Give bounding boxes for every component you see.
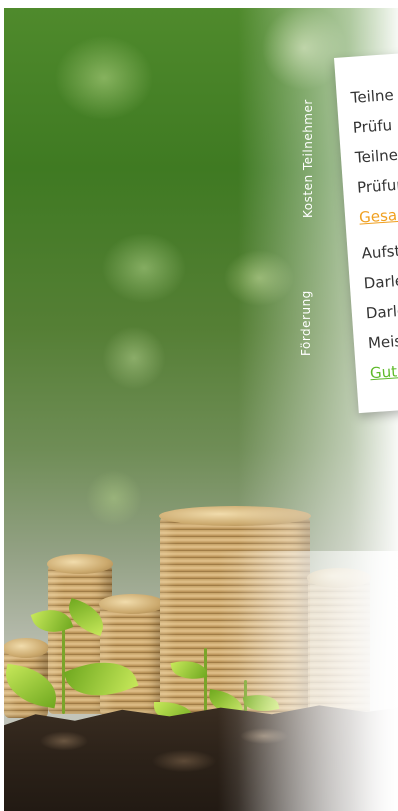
row-pruefung-1: Prüfu [352, 116, 393, 137]
row-aufstieg: Aufstie [361, 240, 398, 263]
plant-stem [204, 648, 207, 718]
row-teilnehmer-2: Teilne [354, 145, 398, 167]
label-kosten-teilnehmer: Kosten Teilnehmer [301, 99, 315, 218]
row-meister: Meisten [367, 330, 398, 353]
label-foerderung: Förderung [299, 290, 313, 356]
row-guthaben: Guthab [369, 360, 398, 383]
row-gesamt: Gesam [358, 204, 398, 227]
photo-bottom-fade [218, 551, 398, 811]
row-teilnehmer-1: Teilne [350, 85, 395, 107]
row-darlehen-2: Darleho [365, 300, 398, 323]
row-darlehen-1: Darleh [363, 271, 398, 293]
row-pruefung-2: Prüfur [356, 175, 398, 197]
coin-stack-middle-left [99, 594, 165, 716]
